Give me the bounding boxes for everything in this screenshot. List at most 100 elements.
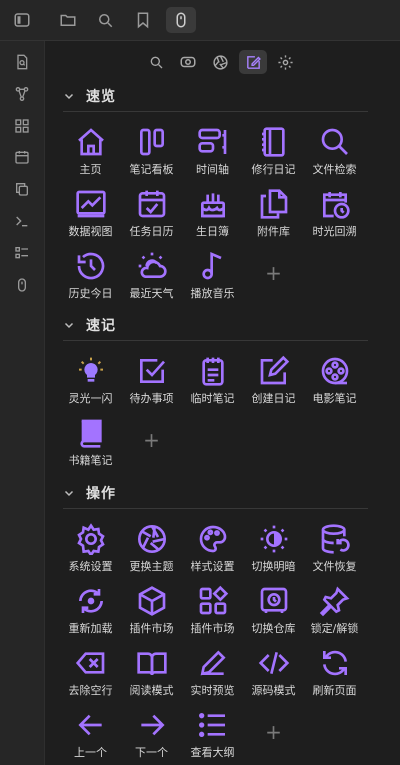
bookmark-icon[interactable] (130, 7, 156, 33)
tile-time-machine[interactable]: 时光回溯 (304, 186, 365, 244)
tile-file-search[interactable]: 文件检索 (304, 124, 365, 182)
tile-notebook[interactable]: 修行日记 (243, 124, 304, 182)
tile-movie-note[interactable]: 电影笔记 (304, 353, 365, 411)
sun-moon-icon (260, 525, 287, 553)
chart-icon (75, 190, 106, 218)
tile-label: 电影笔记 (312, 392, 357, 405)
tile-label: 时光回溯 (312, 225, 357, 238)
tile-style[interactable]: 样式设置 (182, 521, 243, 579)
folder-icon[interactable] (55, 7, 81, 33)
reload-icon (78, 589, 103, 613)
tile-settings[interactable]: 系统设置 (60, 521, 121, 579)
weather-icon (138, 252, 167, 278)
tile-label: 创建日记 (251, 392, 296, 405)
section-header-quicknote[interactable]: 速记 (63, 314, 116, 336)
notebook-icon (261, 127, 285, 157)
pencil-square-icon (260, 355, 289, 385)
tile-label: 切换明暗 (251, 560, 296, 573)
tile-label: 查看大纲 (190, 746, 235, 759)
dashboard-icon[interactable] (11, 115, 33, 137)
tile-label: 生日簿 (196, 225, 229, 238)
tile-home[interactable]: 主页 (60, 124, 121, 182)
tile-task-calendar[interactable]: 任务日历 (121, 186, 182, 244)
tile-remove-blank[interactable]: 去除空行 (60, 645, 121, 703)
tile-label: 阅读模式 (129, 684, 174, 697)
tile-dataview[interactable]: 数据视图 (60, 186, 121, 244)
tile-todo[interactable]: 待办事项 (121, 353, 182, 411)
section-header-actions[interactable]: 操作 (63, 482, 116, 504)
tile-label: 下一个 (135, 746, 168, 759)
lightbulb-icon (78, 357, 103, 382)
divider (63, 111, 368, 112)
tile-music[interactable]: 播放音乐 (182, 248, 243, 306)
add-item-button[interactable]: + (243, 253, 304, 293)
tile-lock[interactable]: 锁定/解锁 (304, 583, 365, 641)
tile-label: 修行日记 (251, 163, 296, 176)
tile-toggle-dark[interactable]: 切换明暗 (243, 521, 304, 579)
history-icon (77, 252, 104, 280)
tile-kanban[interactable]: 笔记看板 (121, 124, 182, 182)
section-title: 速览 (86, 89, 116, 105)
tile-reading-mode[interactable]: 阅读模式 (121, 645, 182, 703)
timeline-icon (197, 128, 226, 154)
tile-label: 播放音乐 (190, 287, 235, 300)
sidebar-toggle-icon[interactable] (9, 7, 35, 33)
tile-file-recovery[interactable]: 文件恢复 (304, 521, 365, 579)
tile-label: 切换仓库 (251, 622, 296, 635)
tile-outline[interactable]: 查看大纲 (182, 707, 243, 765)
backspace-icon (75, 652, 104, 674)
file-search-icon[interactable] (11, 51, 33, 73)
tile-label: 锁定/解锁 (310, 622, 359, 635)
tile-timeline[interactable]: 时间轴 (182, 124, 243, 182)
copy-icon[interactable] (11, 178, 33, 200)
tile-refresh[interactable]: 刷新页面 (304, 645, 365, 703)
tile-temp-note[interactable]: 临时笔记 (182, 353, 243, 411)
tile-label: 附件库 (257, 225, 290, 238)
edit-icon[interactable] (239, 50, 267, 74)
gear-icon[interactable] (272, 50, 298, 74)
pen-icon (200, 650, 226, 676)
add-item-button[interactable]: + (121, 420, 182, 460)
chevron-down-icon (64, 93, 74, 100)
tile-plugin-market[interactable]: 插件市场 (121, 583, 182, 641)
mouse-icon[interactable] (166, 7, 196, 33)
tile-label: 刷新页面 (312, 684, 357, 697)
tile-create-diary[interactable]: 创建日记 (243, 353, 304, 411)
tile-history-today[interactable]: 历史今日 (60, 248, 121, 306)
film-reel-icon (321, 357, 348, 385)
terminal-icon[interactable] (11, 210, 33, 232)
tile-previous[interactable]: 上一个 (60, 707, 121, 765)
search-icon[interactable] (92, 7, 118, 33)
graph-icon[interactable] (11, 83, 33, 105)
tile-source-mode[interactable]: 源码模式 (243, 645, 304, 703)
music-icon (201, 251, 222, 280)
tile-inspiration[interactable]: 灵光一闪 (60, 353, 121, 411)
tile-label: 插件市场 (190, 622, 235, 635)
tile-live-preview[interactable]: 实时预览 (182, 645, 243, 703)
add-item-button[interactable]: + (243, 712, 304, 752)
aperture-icon[interactable] (207, 50, 233, 74)
search-icon (321, 128, 348, 155)
mouse-icon[interactable] (11, 274, 33, 296)
tile-reload[interactable]: 重新加载 (60, 583, 121, 641)
tile-label: 临时笔记 (190, 392, 235, 405)
tile-label: 最近天气 (129, 287, 174, 300)
list-icon[interactable] (11, 242, 33, 264)
tile-book-note[interactable]: 书籍笔记 (60, 415, 121, 473)
section-header-overview[interactable]: 速览 (63, 85, 116, 107)
tile-weather[interactable]: 最近天气 (121, 248, 182, 306)
main-panel: 速览 主页 笔记看板 时间轴 修行日记 文件检索 数据视图 任务日历 生日簿 附… (45, 41, 400, 765)
tile-switch-vault[interactable]: 切换仓库 (243, 583, 304, 641)
calendar-icon[interactable] (11, 146, 33, 168)
checkbox-icon (139, 359, 165, 383)
chevron-down-icon (64, 322, 74, 329)
tile-next[interactable]: 下一个 (121, 707, 182, 765)
section-title: 速记 (86, 318, 116, 334)
apps-icon (199, 585, 228, 615)
tile-birthday[interactable]: 生日簿 (182, 186, 243, 244)
tile-theme[interactable]: 更换主题 (121, 521, 182, 579)
tile-plugin-market-2[interactable]: 插件市场 (182, 583, 243, 641)
search-icon[interactable] (143, 50, 169, 74)
eye-icon[interactable] (175, 50, 201, 74)
tile-attachments[interactable]: 附件库 (243, 186, 304, 244)
